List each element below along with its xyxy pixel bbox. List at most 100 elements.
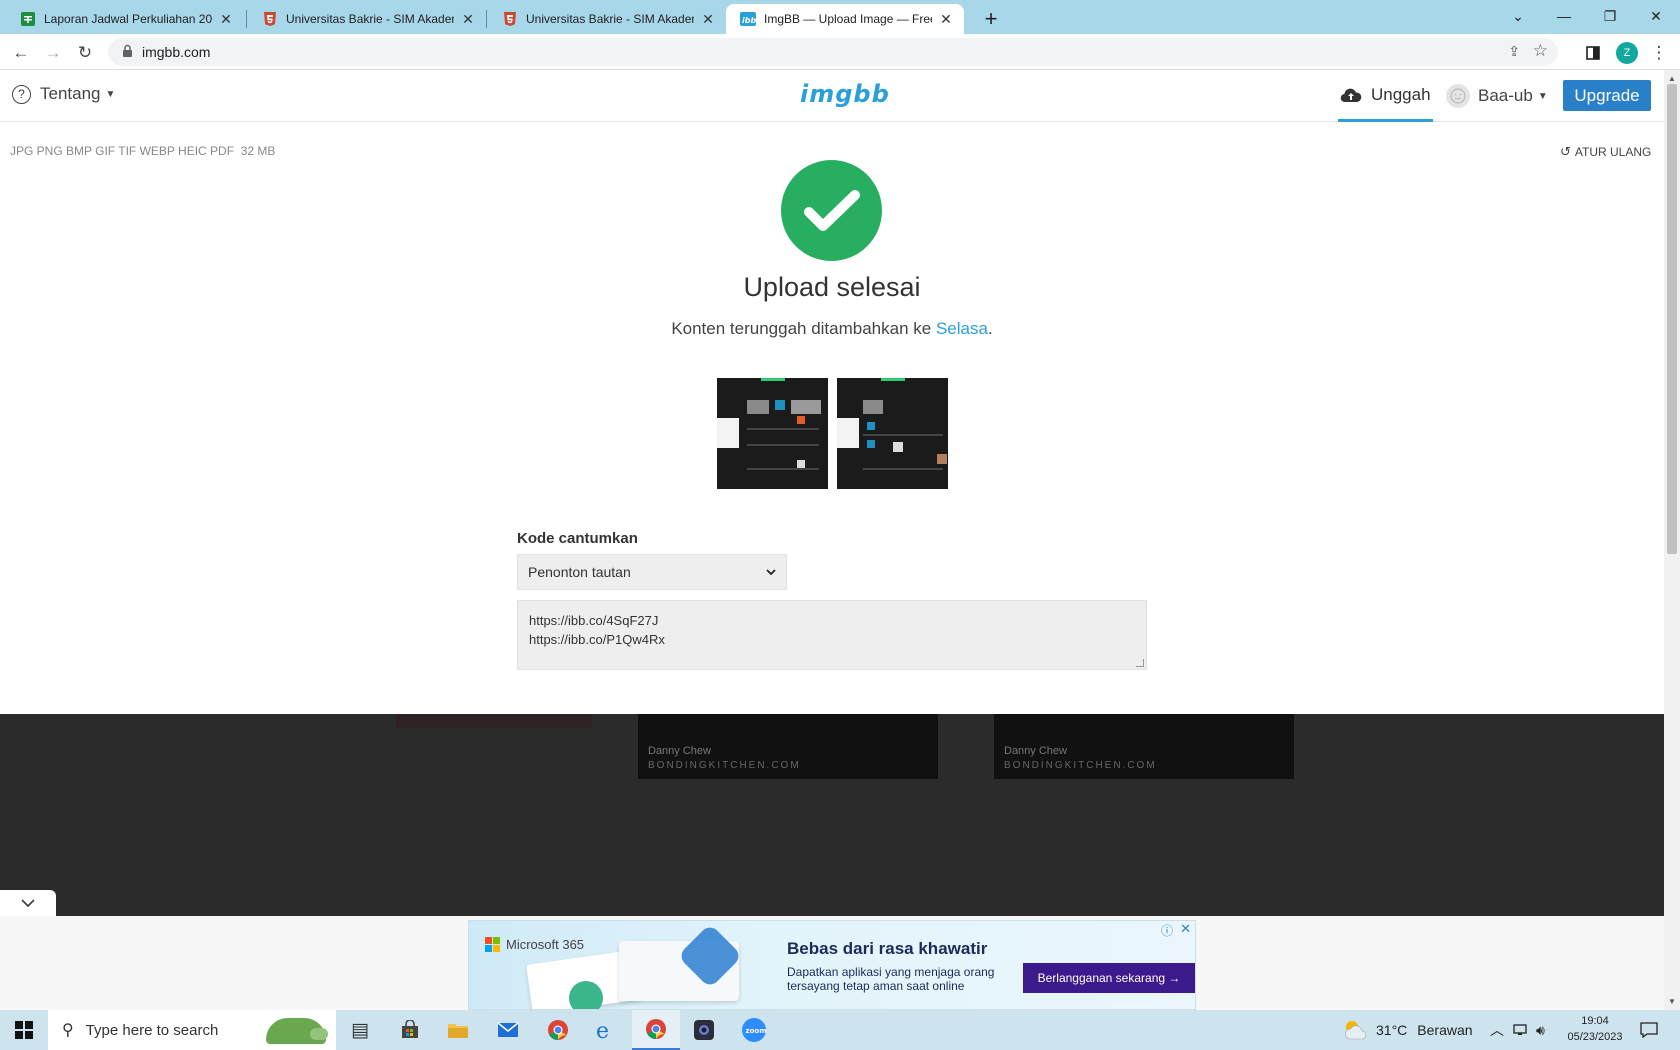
window-close-icon[interactable]: ✕ [1634, 4, 1678, 28]
tab-universitas-bakrie-1[interactable]: Universitas Bakrie - SIM Akadem ✕ [248, 4, 486, 34]
tab-title: ImgBB — Upload Image — Free [764, 12, 932, 26]
task-view-icon[interactable]: ▤ [336, 1010, 384, 1050]
share-icon[interactable]: ⇪ [1508, 43, 1520, 60]
address-url: imgbb.com [142, 44, 211, 60]
page-scrollbar[interactable]: ▲ ▼ [1664, 70, 1680, 1010]
subtitle-text: Konten terunggah ditambahkan ke [671, 319, 936, 338]
tab-separator [246, 10, 247, 28]
gallery-card[interactable]: Danny Chew BONDINGKITCHEN.COM [994, 714, 1294, 779]
weather-temp: 31°C [1376, 1022, 1408, 1038]
partly-cloudy-icon [1344, 1021, 1367, 1040]
embed-link-2: https://ibb.co/P1Qw4Rx [529, 632, 665, 647]
profile-avatar[interactable]: Z [1616, 42, 1638, 64]
search-placeholder: Type here to search [85, 1021, 219, 1039]
tab-close-icon[interactable]: ✕ [938, 11, 954, 28]
thumb-cell [863, 400, 883, 414]
gallery-site: BONDINGKITCHEN.COM [1004, 760, 1157, 771]
ad-headline: Bebas dari rasa khawatir [787, 939, 988, 958]
imgbb-icon: ibb [740, 12, 756, 26]
resize-grip-icon[interactable] [1136, 659, 1144, 667]
microsoft-squares-icon [485, 937, 500, 952]
tab-search-chevron-icon[interactable]: ⌄ [1496, 4, 1540, 28]
scrollbar-thumb[interactable] [1667, 84, 1677, 554]
system-clock[interactable]: 19:04 05/23/2023 [1560, 1013, 1630, 1045]
upgrade-button[interactable]: Upgrade [1563, 80, 1651, 111]
album-link[interactable]: Selasa [936, 319, 988, 338]
clock-time: 19:04 [1581, 1015, 1609, 1027]
thumb-cell [863, 468, 943, 470]
user-menu[interactable]: Baa-ub ▼ [1446, 84, 1548, 108]
embed-code-textarea[interactable]: https://ibb.co/4SqF27J https://ibb.co/P1… [517, 600, 1147, 670]
tab-laporan-jadwal[interactable]: Laporan Jadwal Perkuliahan 2023 ✕ [6, 4, 244, 34]
volume-icon[interactable]: 🔊︎ [1536, 1010, 1545, 1050]
about-label: Tentang [40, 84, 101, 103]
tab-universitas-bakrie-2[interactable]: Universitas Bakrie - SIM Akadem ✕ [488, 4, 726, 34]
about-menu[interactable]: ? Tentang ▼ [12, 84, 115, 104]
gallery-card-partial[interactable] [396, 714, 592, 728]
chrome-profile-icon[interactable] [632, 1010, 680, 1050]
embed-type-select[interactable]: Penonton tautan [517, 554, 787, 590]
notifications-icon[interactable] [1640, 1010, 1658, 1050]
scroll-down-icon[interactable]: ▼ [1668, 997, 1676, 1006]
windows-taskbar: ⚲ Type here to search ▤ e zoom 31°C Bera… [0, 1010, 1680, 1050]
success-check-icon [781, 160, 882, 261]
windows-start-icon[interactable] [0, 1010, 48, 1050]
microsoft-365-ad[interactable]: Microsoft 365 Bebas dari rasa khawatir D… [468, 920, 1196, 1010]
weather-widget[interactable]: 31°C Berawan [1342, 1010, 1473, 1050]
new-tab-button[interactable]: + [978, 6, 1004, 32]
ad-body: Dapatkan aplikasi yang menjaga orang ter… [787, 965, 995, 993]
search-icon: ⚲ [62, 1022, 74, 1039]
supported-formats: JPG PNG BMP GIF TIF WEBP HEIC PDF 32 MB [10, 144, 275, 158]
thumb-cell [863, 434, 943, 436]
edge-icon[interactable]: e [582, 1010, 630, 1050]
bookmark-star-icon[interactable]: ☆ [1533, 41, 1548, 61]
tab-separator [486, 10, 487, 28]
tab-imgbb-upload[interactable]: ibb ImgBB — Upload Image — Free ✕ [726, 4, 964, 34]
clock-date: 05/23/2023 [1567, 1031, 1623, 1043]
thumb-cell [791, 400, 821, 414]
tray-expand-icon[interactable]: ︿ [1490, 1010, 1504, 1050]
side-panel-icon[interactable] [1580, 40, 1606, 66]
thumb-cell [775, 400, 785, 410]
gallery-card[interactable]: Danny Chew BONDINGKITCHEN.COM [638, 714, 938, 779]
tab-close-icon[interactable]: ✕ [700, 11, 716, 28]
tab-close-icon[interactable]: ✕ [460, 11, 476, 28]
html5-icon [264, 12, 276, 26]
ad-close-icon[interactable]: ✕ [1180, 921, 1191, 937]
forward-arrow-icon[interactable]: → [40, 40, 66, 66]
minimize-icon[interactable]: — [1542, 4, 1586, 28]
zoom-icon[interactable]: zoom [730, 1010, 778, 1050]
reset-button[interactable]: ↺ ATUR ULANG [1560, 144, 1651, 160]
back-arrow-icon[interactable]: ← [8, 40, 34, 66]
search-highlight-turtle-icon [266, 1018, 328, 1044]
reload-icon[interactable]: ↻ [72, 40, 98, 66]
thumb-accent-bar [761, 378, 785, 381]
ad-brand: Microsoft 365 [506, 937, 585, 952]
microsoft-logo: Microsoft 365 [485, 937, 584, 952]
network-icon[interactable] [1512, 1010, 1528, 1050]
address-bar[interactable]: imgbb.com ⇪ ☆ [108, 38, 1558, 66]
thumb-cell [797, 416, 805, 424]
file-explorer-icon[interactable] [434, 1010, 482, 1050]
tab-close-icon[interactable]: ✕ [218, 11, 234, 28]
restore-icon[interactable]: ❐ [1588, 4, 1632, 28]
scroll-up-icon[interactable]: ▲ [1668, 74, 1676, 83]
mail-icon[interactable] [484, 1010, 532, 1050]
uploaded-thumbnail-1[interactable] [717, 378, 828, 489]
caret-down-icon: ▼ [105, 88, 116, 100]
imgbb-logo[interactable]: imgbb [800, 80, 890, 108]
kebab-menu-icon[interactable]: ⋮ [1646, 40, 1672, 66]
camera-app-icon[interactable] [680, 1010, 728, 1050]
browser-tab-strip: Laporan Jadwal Perkuliahan 2023 ✕ Univer… [0, 0, 1680, 34]
chrome-icon[interactable] [534, 1010, 582, 1050]
ad-info-icon[interactable]: ⓘ [1161, 922, 1173, 939]
uploaded-thumbnail-2[interactable] [837, 378, 948, 489]
upload-nav-link[interactable]: Unggah [1338, 70, 1433, 122]
formats-list: JPG PNG BMP GIF TIF WEBP HEIC PDF [10, 144, 235, 158]
collapse-chevron-icon[interactable] [0, 890, 56, 916]
store-icon[interactable] [386, 1010, 434, 1050]
embed-codes-label: Kode cantumkan [517, 530, 638, 547]
site-header: ? Tentang ▼ imgbb Unggah Baa-ub ▼ Upgrad… [0, 70, 1664, 122]
ad-cta-button[interactable]: Berlangganan sekarang → [1023, 963, 1195, 993]
embed-selected-value: Penonton tautan [528, 564, 631, 580]
